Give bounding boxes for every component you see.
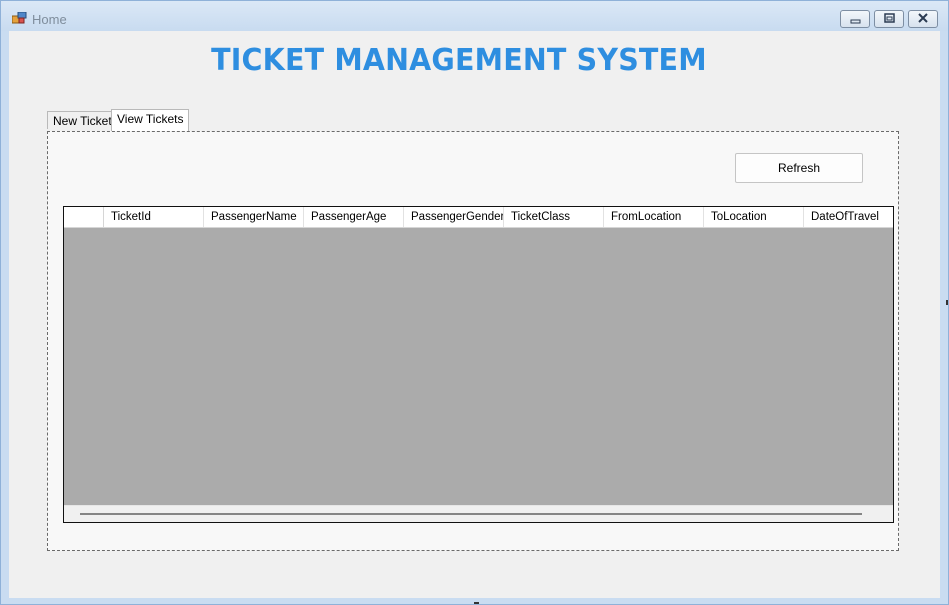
column-header-ticketclass[interactable]: TicketClass — [504, 207, 604, 227]
tickets-grid[interactable]: TicketId PassengerName PassengerAge Pass… — [63, 206, 894, 523]
minimize-button[interactable] — [840, 10, 870, 28]
tab-new-ticket[interactable]: New Ticket — [47, 111, 118, 129]
column-header-dateoftravel[interactable]: DateOfTravel — [804, 207, 893, 227]
minimize-icon — [850, 19, 861, 24]
close-icon — [918, 13, 928, 23]
grid-header-row: TicketId PassengerName PassengerAge Pass… — [64, 207, 893, 228]
app-icon — [12, 12, 27, 24]
refresh-button[interactable]: Refresh — [735, 153, 863, 183]
close-button[interactable] — [908, 10, 938, 28]
column-header-passengerage[interactable]: PassengerAge — [304, 207, 404, 227]
column-header-passengergender[interactable]: PassengerGender — [404, 207, 504, 227]
client-area: TICKET MANAGEMENT SYSTEM New Ticket View… — [9, 31, 940, 598]
tab-view-tickets[interactable]: View Tickets — [111, 109, 190, 131]
maximize-icon — [884, 13, 895, 23]
window-title: Home — [32, 12, 67, 27]
title-bar[interactable]: Home — [1, 1, 948, 31]
column-header-fromlocation[interactable]: FromLocation — [604, 207, 704, 227]
view-tickets-tab-page: Refresh TicketId PassengerName Passenger… — [47, 131, 899, 551]
scrollbar-thumb[interactable] — [80, 513, 862, 515]
resize-grip[interactable] — [946, 300, 948, 305]
app-heading: TICKET MANAGEMENT SYSTEM — [211, 43, 707, 78]
maximize-button[interactable] — [874, 10, 904, 28]
horizontal-scrollbar[interactable] — [64, 505, 893, 522]
column-header-passengername[interactable]: PassengerName — [204, 207, 304, 227]
column-header-ticketid[interactable]: TicketId — [104, 207, 204, 227]
main-window: Home TICKET MANAGEMENT SYSTEM New Ticket… — [0, 0, 949, 605]
grid-corner-cell[interactable] — [64, 207, 104, 227]
column-header-tolocation[interactable]: ToLocation — [704, 207, 804, 227]
resize-grip-bottom[interactable] — [474, 602, 479, 604]
